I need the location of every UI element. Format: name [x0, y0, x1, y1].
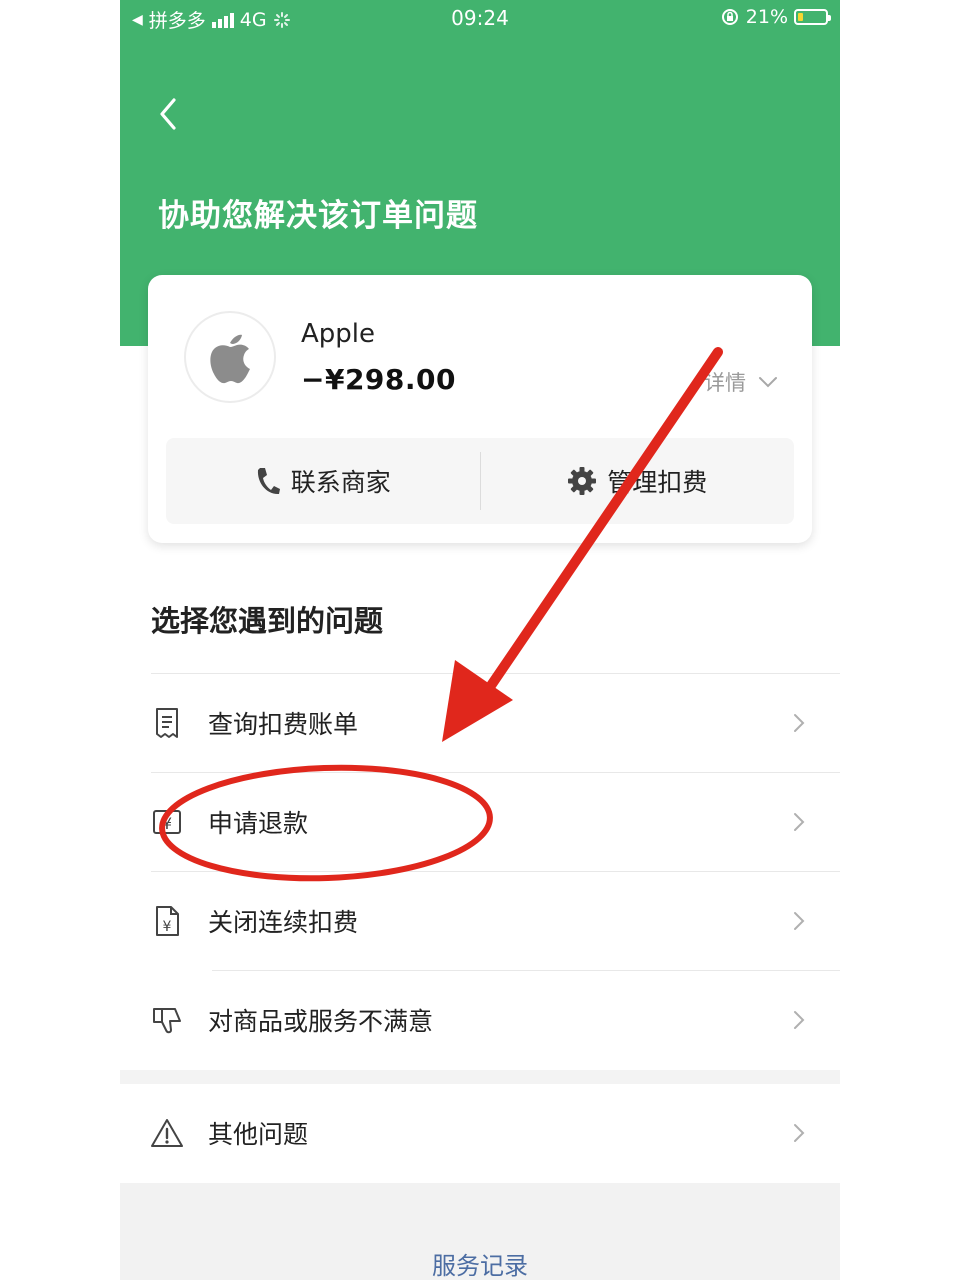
divider — [151, 673, 840, 674]
chevron-left-icon — [160, 98, 176, 130]
order-actions: 联系商家 管理扣费 — [166, 438, 794, 524]
status-bar: ◀ 拼多多 4G 09:24 21% — [120, 0, 840, 36]
page-title: 协助您解决该订单问题 — [158, 198, 478, 234]
battery-percent: 21% — [745, 6, 788, 28]
order-amount: −¥298.00 — [301, 363, 456, 396]
status-right: 21% — [720, 6, 831, 28]
issue-list: 查询扣费账单 ¥ 申请退款 ¥ 关闭连续扣费 对商品或服务不满意 — [120, 673, 840, 1069]
list-item-billing-query[interactable]: 查询扣费账单 — [120, 673, 840, 772]
details-toggle[interactable]: 详情 — [704, 367, 778, 397]
divider — [151, 772, 840, 773]
divider — [212, 970, 840, 971]
list-item-label: 申请退款 — [208, 808, 309, 838]
gear-icon — [568, 467, 597, 495]
list-item-label: 查询扣费账单 — [208, 709, 359, 739]
merchant-avatar — [184, 311, 276, 403]
svg-text:¥: ¥ — [163, 919, 172, 935]
rotation-lock-icon — [721, 9, 738, 25]
service-records-link[interactable]: 服务记录 — [120, 1246, 840, 1280]
chevron-down-icon — [759, 377, 777, 388]
section-gap — [120, 1070, 840, 1084]
contact-merchant-button[interactable]: 联系商家 — [166, 438, 480, 524]
list-item-refund[interactable]: ¥ 申请退款 — [120, 772, 840, 871]
merchant-name: Apple — [301, 319, 376, 349]
list-item-close-auto-deduction[interactable]: ¥ 关闭连续扣费 — [120, 871, 840, 970]
list-item-label: 对商品或服务不满意 — [208, 1006, 434, 1036]
apple-logo-icon — [210, 334, 250, 384]
refund-icon: ¥ — [150, 805, 184, 839]
order-card: Apple −¥298.00 详情 联系商家 管理扣费 — [148, 275, 812, 543]
chevron-right-icon — [794, 1010, 805, 1029]
warning-icon — [150, 1116, 184, 1150]
list-item-other[interactable]: 其他问题 — [120, 1084, 840, 1182]
chevron-right-icon — [794, 1124, 805, 1142]
details-label: 详情 — [704, 371, 746, 395]
chevron-right-icon — [794, 812, 805, 831]
yuan-document-icon: ¥ — [150, 904, 184, 938]
chevron-right-icon — [794, 713, 805, 732]
contact-merchant-label: 联系商家 — [290, 468, 391, 497]
issues-section-title: 选择您遇到的问题 — [151, 604, 384, 638]
list-item-label: 关闭连续扣费 — [208, 907, 359, 937]
divider — [151, 871, 840, 872]
battery-icon — [794, 9, 831, 25]
manage-deduction-button[interactable]: 管理扣费 — [481, 438, 795, 524]
receipt-icon — [150, 706, 184, 740]
chevron-right-icon — [794, 911, 805, 930]
phone-screen: ◀ 拼多多 4G 09:24 21% 协助您解决该订单问题 Apple −¥29… — [120, 0, 840, 1280]
phone-icon — [257, 468, 280, 495]
back-button[interactable] — [150, 92, 190, 136]
list-item-label: 其他问题 — [208, 1120, 309, 1149]
thumbs-down-icon — [150, 1003, 184, 1037]
svg-text:¥: ¥ — [162, 814, 172, 833]
manage-deduction-label: 管理扣费 — [607, 468, 708, 497]
list-item-dissatisfied[interactable]: 对商品或服务不满意 — [120, 970, 840, 1069]
